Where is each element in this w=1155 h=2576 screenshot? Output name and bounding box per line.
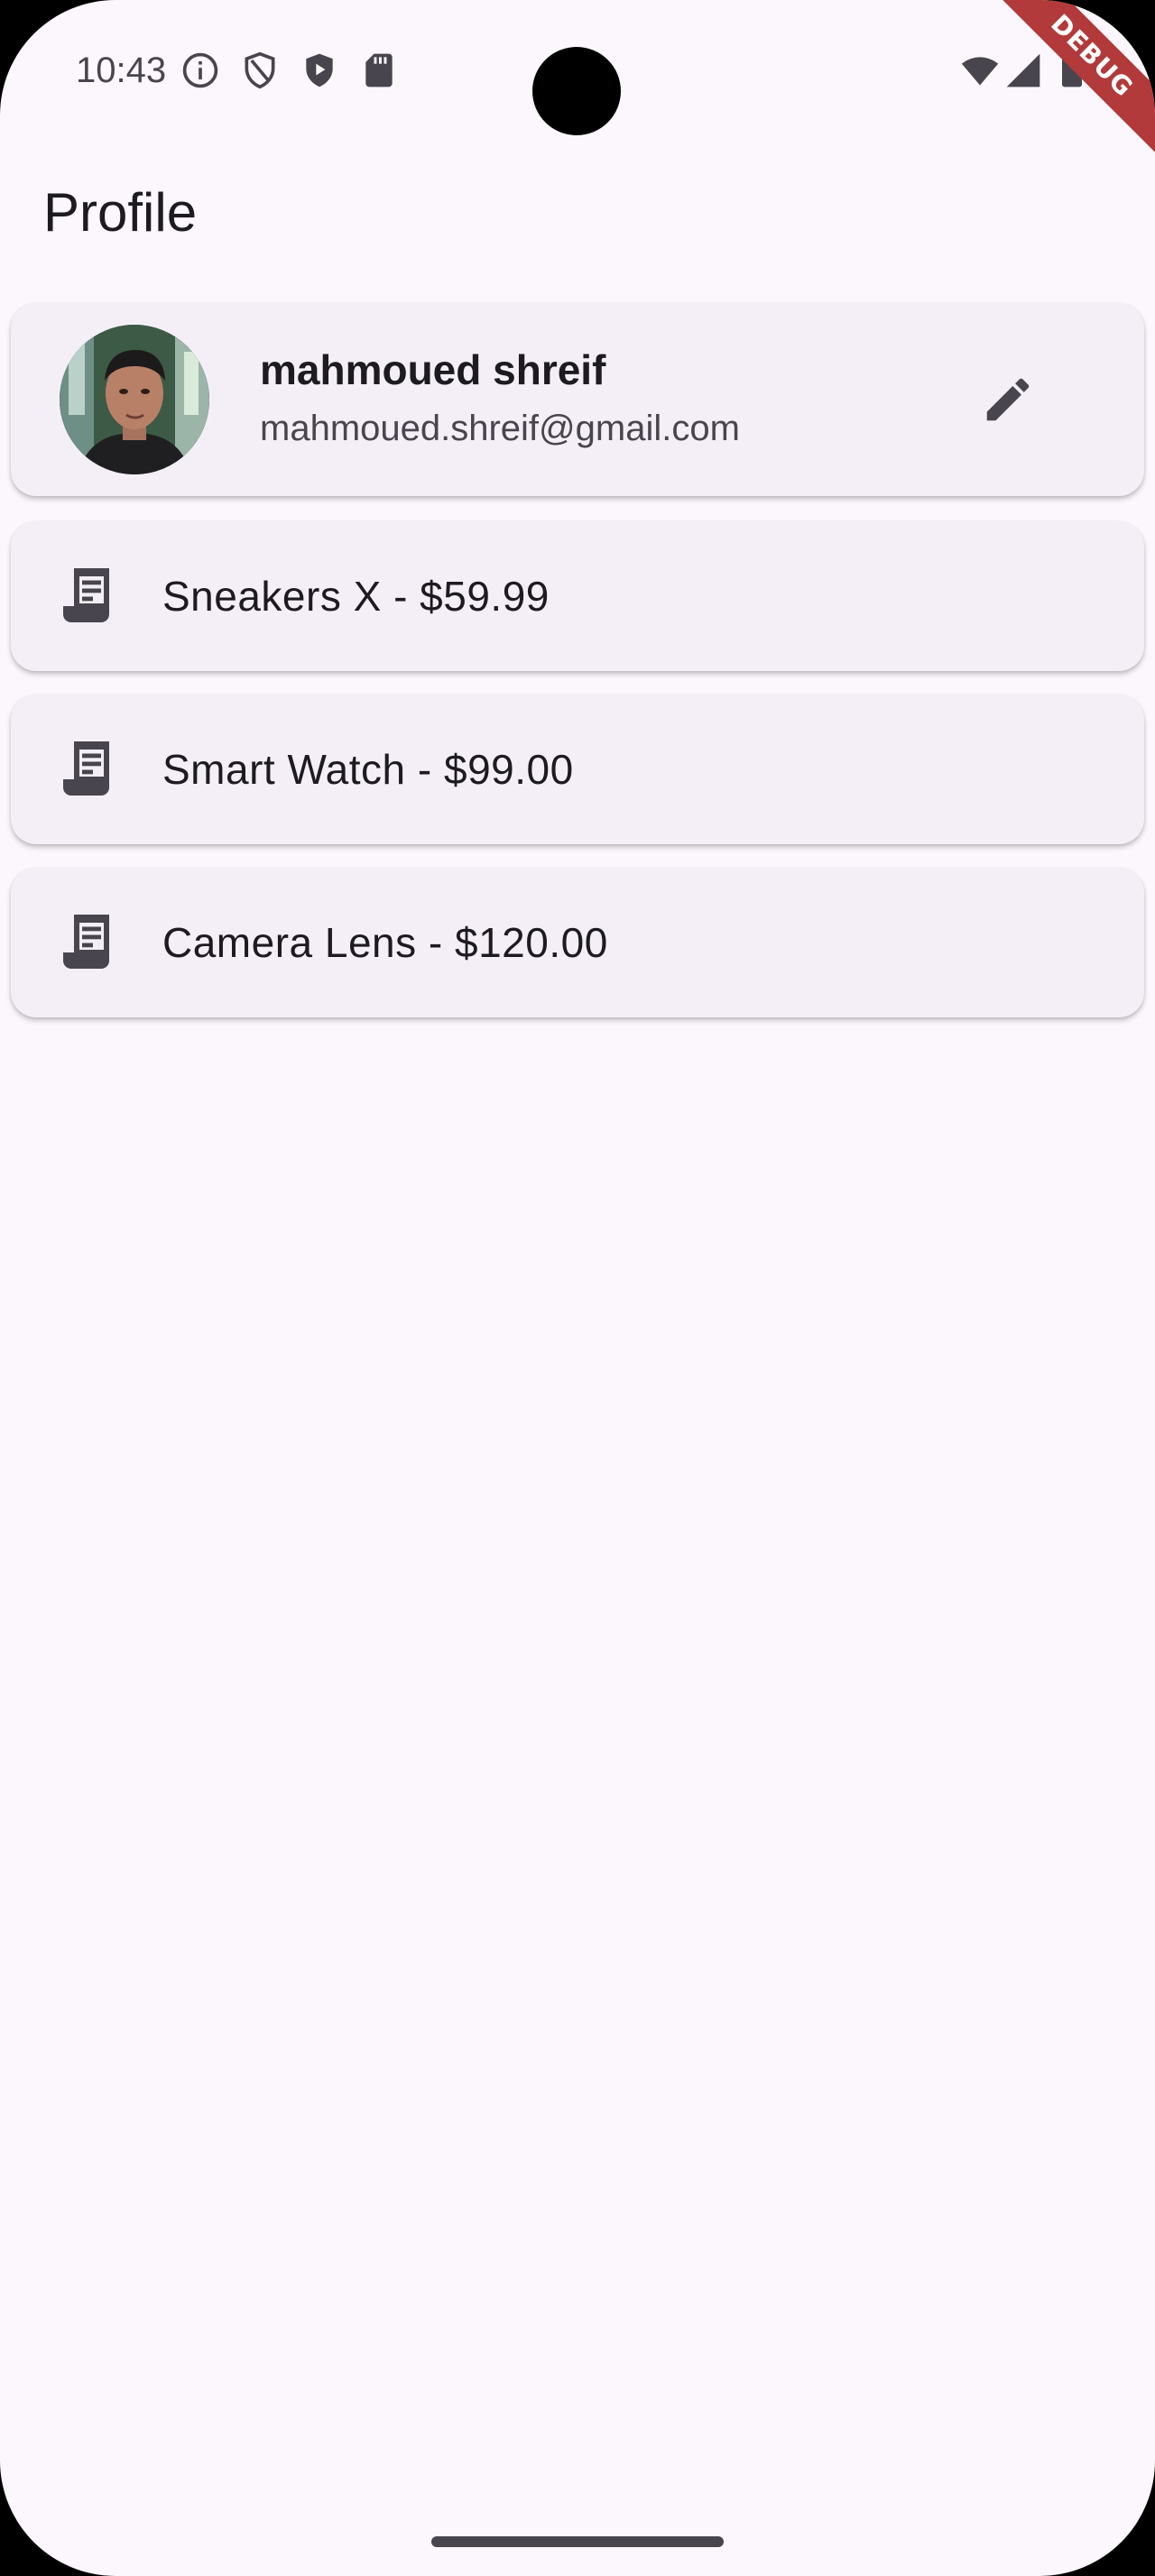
status-time: 10:43: [76, 51, 167, 90]
page-title: Profile: [43, 182, 198, 243]
avatar-photo: [60, 325, 209, 474]
status-bar: 10:43 DEBUG: [0, 0, 1155, 188]
receipt-icon: [63, 568, 109, 622]
home-indicator[interactable]: [431, 2536, 724, 2547]
info-icon: [182, 52, 218, 88]
user-email: mahmoued.shreif@gmail.com: [260, 409, 740, 448]
debug-banner: DEBUG: [960, 0, 1155, 188]
profile-card[interactable]: mahmoued shreif mahmoued.shreif@gmail.co…: [11, 303, 1144, 496]
order-label: Smart Watch - $99.00: [162, 746, 574, 793]
app-bar: Profile: [0, 162, 1155, 263]
order-item-2[interactable]: Camera Lens - $120.00: [11, 868, 1144, 1017]
pencil-icon: [986, 378, 1030, 421]
receipt-icon: [63, 741, 109, 796]
avatar: [60, 325, 209, 474]
camera-cutout: [532, 47, 621, 135]
order-item-0[interactable]: Sneakers X - $59.99: [11, 521, 1144, 671]
user-name: mahmoued shreif: [260, 346, 606, 393]
order-item-1[interactable]: Smart Watch - $99.00: [11, 695, 1144, 844]
order-label: Camera Lens - $120.00: [162, 919, 608, 966]
order-label: Sneakers X - $59.99: [162, 573, 550, 620]
phone-screen: 10:43 DEBUG Profile mahmoued shreif mahm…: [0, 0, 1155, 2576]
shield-play-icon: [306, 53, 333, 87]
receipt-icon: [63, 915, 109, 969]
wifi-icon: [961, 57, 999, 86]
shield-outline-icon: [245, 51, 275, 89]
edit-profile-button[interactable]: [958, 350, 1058, 449]
sd-card-icon: [365, 53, 393, 87]
signal-icon: [1006, 53, 1040, 87]
